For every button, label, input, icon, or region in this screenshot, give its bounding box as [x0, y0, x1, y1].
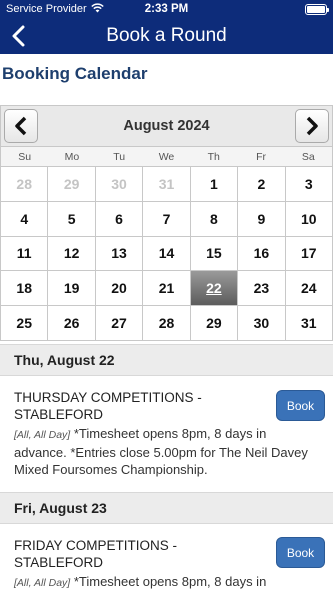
calendar-day[interactable]: 25	[1, 305, 49, 341]
date-header: Fri, August 23	[0, 492, 333, 524]
calendar-day[interactable]: 7	[143, 200, 191, 237]
event-item: THURSDAY COMPETITIONS - STABLEFORD [All,…	[0, 389, 333, 489]
chevron-left-icon	[12, 25, 25, 47]
weekday-row: Su Mo Tu We Th Fr Sa	[0, 147, 333, 167]
weekday-label: Su	[18, 151, 32, 163]
calendar-day[interactable]: 14	[143, 235, 191, 272]
status-bar: Service Provider 2:33 PM	[0, 0, 333, 18]
calendar-day[interactable]: 28	[143, 305, 191, 341]
weekday-label: Tu	[113, 151, 126, 163]
weekday-label: Fr	[256, 151, 266, 163]
calendar-day[interactable]: 30	[238, 305, 286, 341]
weekday-label: Sa	[301, 151, 315, 163]
calendar-day[interactable]: 13	[95, 235, 144, 272]
booking-calendar: August 2024 Su Mo Tu We Th Fr Sa 28 29 30 31 1 2 3 4 5…	[0, 105, 333, 341]
calendar-day[interactable]: 26	[48, 305, 96, 341]
book-button[interactable]: Book	[276, 390, 325, 421]
calendar-day[interactable]: 28	[1, 166, 49, 202]
calendar-day[interactable]: 15	[190, 235, 239, 272]
calendar-month-label: August 2024	[123, 118, 210, 134]
calendar-header: August 2024	[0, 105, 333, 147]
status-time: 2:33 PM	[144, 3, 189, 15]
calendar-day[interactable]: 11	[1, 235, 49, 272]
calendar-day[interactable]: 21	[143, 270, 191, 307]
next-month-button[interactable]	[295, 109, 329, 143]
calendar-day[interactable]: 27	[95, 305, 144, 341]
book-button[interactable]: Book	[276, 537, 325, 568]
calendar-day[interactable]: 31	[285, 305, 333, 341]
calendar-day[interactable]: 19	[48, 270, 96, 307]
calendar-day[interactable]: 2	[238, 166, 286, 202]
calendar-day-selected[interactable]: 22	[190, 270, 239, 307]
nav-bar: Book a Round	[0, 18, 333, 54]
event-description-text: *Timesheet opens 8pm, 8 days in	[73, 574, 267, 589]
calendar-day[interactable]: 20	[95, 270, 144, 307]
calendar-day[interactable]: 10	[285, 200, 333, 237]
calendar-day[interactable]: 4	[1, 200, 49, 237]
event-description: [All, All Day] *Timesheet opens 8pm, 8 d…	[14, 425, 314, 478]
calendar-day[interactable]: 23	[238, 270, 286, 307]
battery-icon	[305, 3, 329, 15]
calendar-day[interactable]: 24	[285, 270, 333, 307]
event-title: THURSDAY COMPETITIONS - STABLEFORD	[14, 390, 202, 422]
calendar-day[interactable]: 6	[95, 200, 144, 237]
calendar-day[interactable]: 18	[1, 270, 49, 307]
previous-month-button[interactable]	[4, 109, 38, 143]
calendar-day[interactable]: 17	[285, 235, 333, 272]
date-header: Thu, August 22	[0, 344, 333, 376]
event-tag: [All, All Day]	[14, 577, 71, 589]
back-button[interactable]	[6, 22, 30, 50]
event-item: FRIDAY COMPETITIONS - STABLEFORD [All, A…	[0, 537, 333, 592]
calendar-day[interactable]: 5	[48, 200, 96, 237]
status-right	[305, 3, 329, 15]
calendar-day[interactable]: 29	[190, 305, 239, 341]
calendar-day[interactable]: 9	[238, 200, 286, 237]
event-title: FRIDAY COMPETITIONS - STABLEFORD	[14, 538, 178, 570]
calendar-day[interactable]: 29	[48, 166, 96, 202]
weekday-label: We	[158, 151, 175, 163]
calendar-day[interactable]: 3	[285, 166, 333, 202]
weekday-label: Mo	[64, 151, 80, 163]
page-title: Book a Round	[106, 25, 227, 46]
chevron-left-icon	[15, 116, 27, 136]
calendar-day[interactable]: 8	[190, 200, 239, 237]
calendar-day[interactable]: 12	[48, 235, 96, 272]
calendar-grid: 28 29 30 31 1 2 3 4 5 6 7 8 9 10 11 12 13 14 15 16 17 18 19 20 2…	[0, 166, 333, 341]
event-description: [All, All Day] *Timesheet opens 8pm, 8 d…	[14, 573, 314, 592]
calendar-day[interactable]: 31	[143, 166, 191, 202]
calendar-day[interactable]: 30	[95, 166, 144, 202]
section-title: Booking Calendar	[2, 64, 148, 83]
calendar-day[interactable]: 16	[238, 235, 286, 272]
event-tag: [All, All Day]	[14, 429, 71, 441]
chevron-right-icon	[306, 116, 318, 136]
calendar-day[interactable]: 1	[190, 166, 239, 202]
weekday-label: Th	[207, 151, 220, 163]
